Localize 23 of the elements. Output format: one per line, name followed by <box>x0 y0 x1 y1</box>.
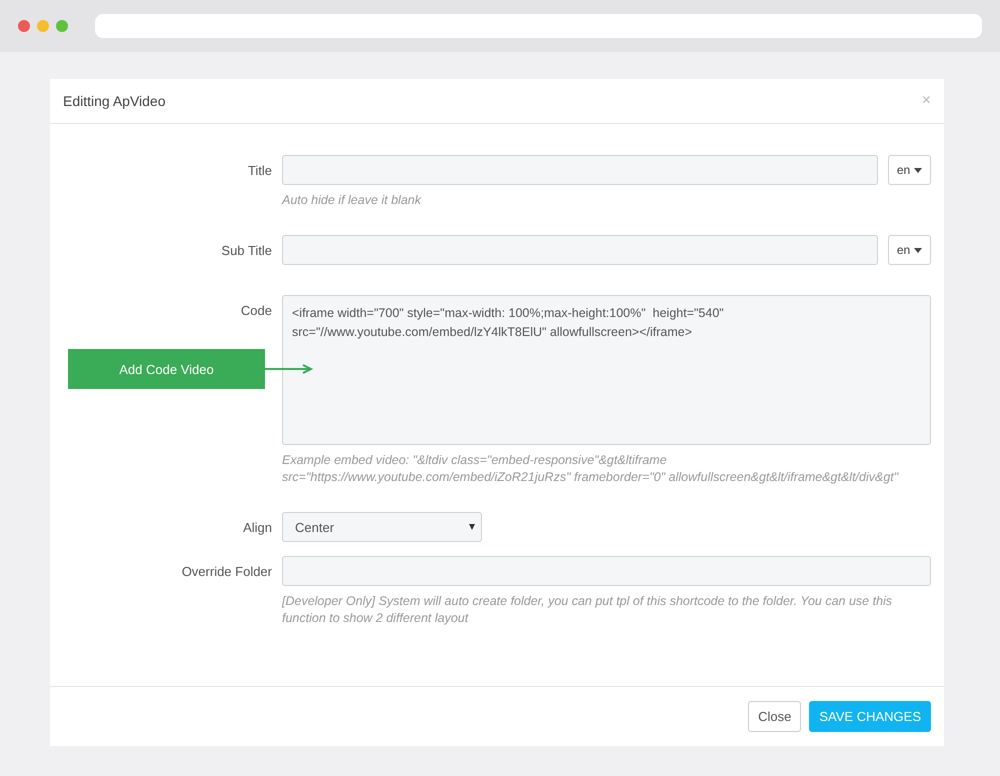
modal-title: Editting ApVideo <box>63 93 166 109</box>
text-input[interactable] <box>282 556 931 586</box>
text-input[interactable] <box>282 235 878 265</box>
help-text: Auto hide if leave it blank <box>282 192 422 209</box>
help-text: [Developer Only] System will auto create folder, you can put tpl of this shortcode to the folder. You can use this function to show 2 different layout <box>282 593 894 627</box>
close-button[interactable]: Close <box>748 701 802 732</box>
close-window-dot[interactable] <box>18 20 30 32</box>
align-select[interactable]: Center <box>282 512 482 542</box>
field-label: Sub Title <box>221 242 272 258</box>
maximize-window-dot[interactable] <box>56 20 68 32</box>
field-label: Align <box>243 519 272 535</box>
annotation-label: Add Code Video <box>68 349 265 389</box>
minimize-window-dot[interactable] <box>37 20 49 32</box>
language-dropdown[interactable]: en <box>888 235 931 265</box>
text-input[interactable] <box>282 155 878 185</box>
arrow-icon <box>265 364 313 374</box>
field-label: Title <box>248 162 272 178</box>
address-bar[interactable] <box>95 14 982 38</box>
field-label: Code <box>240 302 272 318</box>
language-dropdown[interactable]: en <box>888 155 931 185</box>
code-textarea[interactable]: <iframe width="700" style="max-width: 100%;max-height:100%" height="540" src="//www.youtube.com/embed/lzY4lkT8ElU" allowfullscreen></iframe> <box>282 295 931 445</box>
field-label: Override Folder <box>182 563 272 579</box>
help-text: Example embed video: "&ltdiv class="embed-responsive"&gt&ltiframe src="https://www.youtube.com/embed/iZoR21juRzs" frameborder="0" allowfullscreen&gt&lt/iframe&gt&lt/div&gt" <box>282 452 900 486</box>
